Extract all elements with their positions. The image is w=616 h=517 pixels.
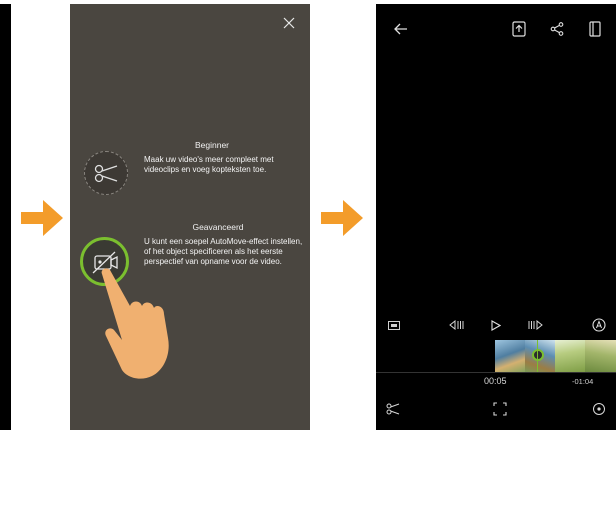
pointing-hand-icon [101,268,169,379]
back-icon [394,23,407,35]
previous-frame-icon [449,320,464,330]
playhead-line [537,340,538,372]
previous-screen-edge [0,4,11,430]
timeline-thumbnail [495,340,525,372]
cut-button[interactable] [384,400,402,418]
rotate-button[interactable] [590,400,608,418]
play-button[interactable] [488,317,504,333]
layout-icon [589,21,601,37]
share-icon [550,22,564,36]
editor-screen: 00:05 -01:04 [376,4,616,430]
automove-toggle-icon [592,318,606,332]
timeline-thumbnail [585,340,616,372]
beginner-mode-button[interactable] [84,151,128,195]
next-frame-icon [528,320,543,330]
rotate-icon [593,403,605,415]
timeline-divider [376,372,616,373]
back-button[interactable] [392,20,410,38]
timeline-thumbnail [555,340,585,372]
close-button[interactable] [280,16,298,34]
beginner-title: Beginner [194,140,230,150]
playhead-marker[interactable] [532,349,544,361]
export-icon [512,21,526,37]
advanced-description: U kunt een soepel AutoMove-effect instel… [144,237,303,266]
remaining-time: -01:04 [572,377,594,386]
cut-icon [386,403,400,415]
fullscreen-button[interactable] [491,400,509,418]
scissors-icon [94,164,118,183]
previous-frame-button[interactable] [448,318,466,332]
automove-toggle-button[interactable] [591,317,607,333]
current-time: 00:05 [484,376,507,386]
aspect-ratio-button[interactable] [386,318,402,332]
close-icon [283,17,295,29]
aspect-ratio-icon [388,320,400,330]
export-button[interactable] [510,20,528,38]
timeline-strip[interactable] [495,340,616,372]
arrow-right-icon [21,200,63,236]
share-button[interactable] [548,20,566,38]
tutorial-screen: Beginner Maak uw video's meer compleet m… [70,4,310,430]
beginner-description: Maak uw video's meer compleet met videoc… [144,155,274,174]
layout-button[interactable] [586,20,604,38]
fullscreen-icon [493,402,507,416]
next-frame-button[interactable] [526,318,544,332]
arrow-right-icon [321,200,363,236]
play-icon [491,319,501,331]
advanced-title: Geavanceerd [192,222,244,232]
